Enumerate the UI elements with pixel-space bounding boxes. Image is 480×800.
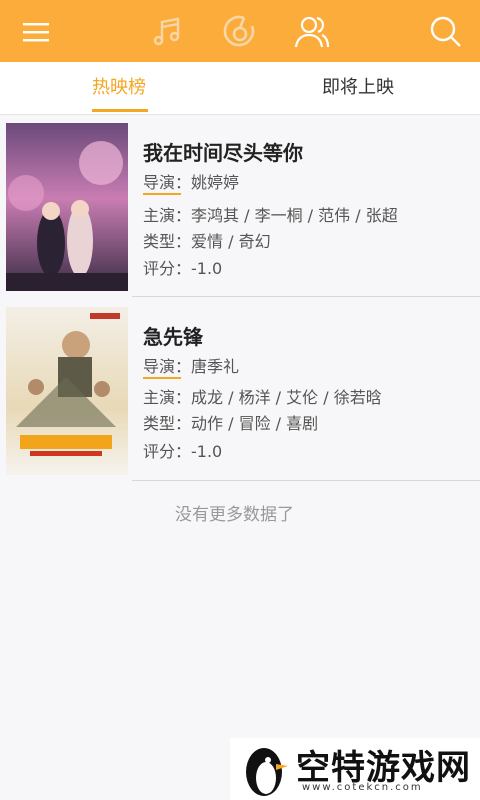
music-note-icon[interactable] [146,10,190,54]
director-underline [143,377,181,379]
penguin-logo-icon [246,748,288,796]
movie-cast: 主演：成龙 / 杨洋 / 艾伦 / 徐若晗 [143,388,382,407]
active-tab-indicator [92,109,148,112]
movie-list-item[interactable]: 急先锋 导演：唐季礼 主演：成龙 / 杨洋 / 艾伦 / 徐若晗 类型：动作 /… [0,299,480,481]
movie-cast: 主演：李鸿其 / 李一桐 / 范伟 / 张超 [143,206,398,225]
watermark: 空特游戏网 www.cotekcn.com [230,738,480,800]
movie-director: 导演：姚婷婷 [143,173,240,192]
menu-icon[interactable] [14,10,58,54]
movie-rating: 评分：-1.0 [143,442,223,461]
movie-poster[interactable] [6,123,128,291]
divider [132,296,480,297]
movie-genre: 类型：爱情 / 奇幻 [143,232,271,251]
divider [132,480,480,481]
top-app-bar [0,0,480,62]
movie-list-item[interactable]: 我在时间尽头等你 导演：姚婷婷 主演：李鸿其 / 李一桐 / 范伟 / 张超 类… [0,115,480,297]
users-icon[interactable] [290,10,334,54]
movie-title: 急先锋 [143,325,203,349]
watermark-url: www.cotekcn.com [302,782,423,793]
tab-coming-soon[interactable]: 即将上映 [322,62,394,114]
tab-bar: 热映榜 即将上映 [0,62,480,115]
tab-now-showing[interactable]: 热映榜 [92,62,146,114]
movie-poster[interactable] [6,307,128,475]
movie-rating: 评分：-1.0 [143,259,223,278]
record-icon[interactable] [218,10,262,54]
no-more-label: 没有更多数据了 [175,505,294,525]
movie-director: 导演：唐季礼 [143,357,240,376]
movie-title: 我在时间尽头等你 [143,141,303,165]
movie-genre: 类型：动作 / 冒险 / 喜剧 [143,414,319,433]
search-icon[interactable] [424,10,468,54]
director-underline [143,193,181,195]
